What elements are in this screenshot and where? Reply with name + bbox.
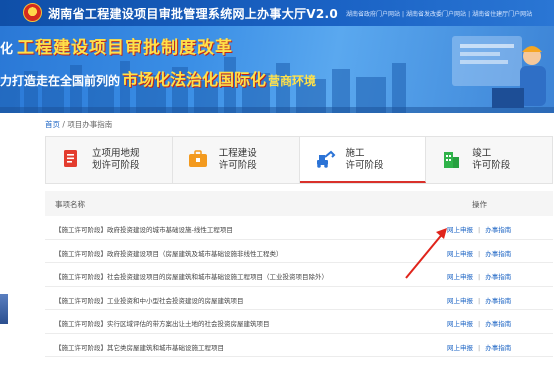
banner-slogan-line1: 化工程建设项目审批制度改革 [0,38,234,58]
column-header-name: 事项名称 [55,200,85,209]
document-icon [64,150,77,167]
tab-label: 立项用地规 划许可阶段 [92,148,140,171]
breadcrumb-current: 项目办事指南 [67,120,113,129]
briefcase-icon [188,150,207,167]
guide-link[interactable]: 办事指南 [485,297,511,305]
engineer-illustration [452,36,546,108]
excavator-icon [316,150,335,168]
matter-name: 【施工许可阶段】政府投资建设项目（房屋建筑及城市基础设施非线性工程类） [55,249,283,258]
tab-label: 竣工 许可阶段 [472,148,511,171]
guide-link[interactable]: 办事指南 [485,226,511,234]
breadcrumb-separator: / [62,120,65,129]
building-icon [444,152,460,168]
column-header-actions: 操作 [472,200,487,209]
hero-banner: 化工程建设项目审批制度改革 力打造走在全国前列的 市场化法治化国际化 营商环境 [0,26,554,113]
link-drc-portal[interactable]: 湖南省发改委门户网站 [406,11,466,18]
top-header: 湖南省工程建设项目审批管理系统网上办事大厅V2.0 湖南省政府门户网站 | 湖南省发… [0,0,554,26]
link-gov-portal[interactable]: 湖南省政府门户网站 [346,11,400,18]
tab-label: 施工 许可阶段 [345,148,384,171]
guide-link[interactable]: 办事指南 [485,344,511,352]
table-row: 【施工许可阶段】政府投资建设的城市基础设施-线性工程项目 网上申报 | 办事指南 [45,216,553,240]
breadcrumb-home-link[interactable]: 首页 [45,120,60,129]
breadcrumb: 首页 / 项目办事指南 [45,119,112,130]
matter-name: 【施工许可阶段】政府投资建设的城市基础设施-线性工程项目 [55,226,233,234]
banner-slogan-line2: 力打造走在全国前列的 市场化法治化国际化 营商环境 [0,70,317,89]
table-header: 事项名称 操作 [45,191,553,216]
tab-completion-stage[interactable]: 竣工 许可阶段 [426,137,552,183]
tab-engineering-construction-stage[interactable]: 工程建设 许可阶段 [172,137,300,183]
matter-name: 【施工许可阶段】其它类房屋建筑和城市基础设施工程项目 [55,343,224,352]
guide-link[interactable]: 办事指南 [485,273,511,281]
site-title: 湖南省工程建设项目审批管理系统网上办事大厅V2.0 [48,7,339,21]
side-decoration [0,294,8,324]
link-housing-portal[interactable]: 湖南省住建厅门户网站 [472,11,532,18]
guide-link[interactable]: 办事指南 [485,320,511,328]
tab-label: 工程建设 许可阶段 [218,148,257,171]
guide-link[interactable]: 办事指南 [485,250,511,258]
national-emblem-icon [23,3,42,22]
table-row: 【施工许可阶段】实行区域评估的带方案出让土地的社会投资房屋建筑项目 网上申报 | 办… [45,310,553,334]
tab-construction-permit-stage[interactable]: 施工 许可阶段 [299,137,427,183]
matter-name: 【施工许可阶段】实行区域评估的带方案出让土地的社会投资房屋建筑项目 [55,320,270,328]
online-apply-link[interactable]: 网上申报 [447,320,473,328]
online-apply-link[interactable]: 网上申报 [447,297,473,305]
matter-name: 【施工许可阶段】工业投资和中小型社会投资建设的房屋建筑项目 [55,296,244,305]
matter-name: 【施工许可阶段】社会投资建设项目的房屋建筑和城市基础设施工程项目（工业投资项目除… [55,273,328,281]
matters-table: 事项名称 操作 【施工许可阶段】政府投资建设的城市基础设施-线性工程项目 网上申… [45,191,553,357]
table-row: 【施工许可阶段】社会投资建设项目的房屋建筑和城市基础设施工程项目（工业投资项目除… [45,263,553,287]
table-row: 【施工许可阶段】政府投资建设项目（房屋建筑及城市基础设施非线性工程类） 网上申报… [45,240,553,263]
tab-land-planning-stage[interactable]: 立项用地规 划许可阶段 [46,137,173,183]
online-apply-link[interactable]: 网上申报 [447,344,473,352]
table-row: 【施工许可阶段】其它类房屋建筑和城市基础设施工程项目 网上申报 | 办事指南 [45,334,553,357]
table-row: 【施工许可阶段】工业投资和中小型社会投资建设的房屋建筑项目 网上申报 | 办事指南 [45,287,553,310]
stage-tabs: 立项用地规 划许可阶段 工程建设 许可阶段 施工 许可阶段 竣工 许可阶段 [45,136,553,184]
annotation-arrow-icon [405,228,447,279]
top-links: 湖南省政府门户网站 | 湖南省发改委门户网站 | 湖南省住建厅门户网站 [346,11,533,18]
